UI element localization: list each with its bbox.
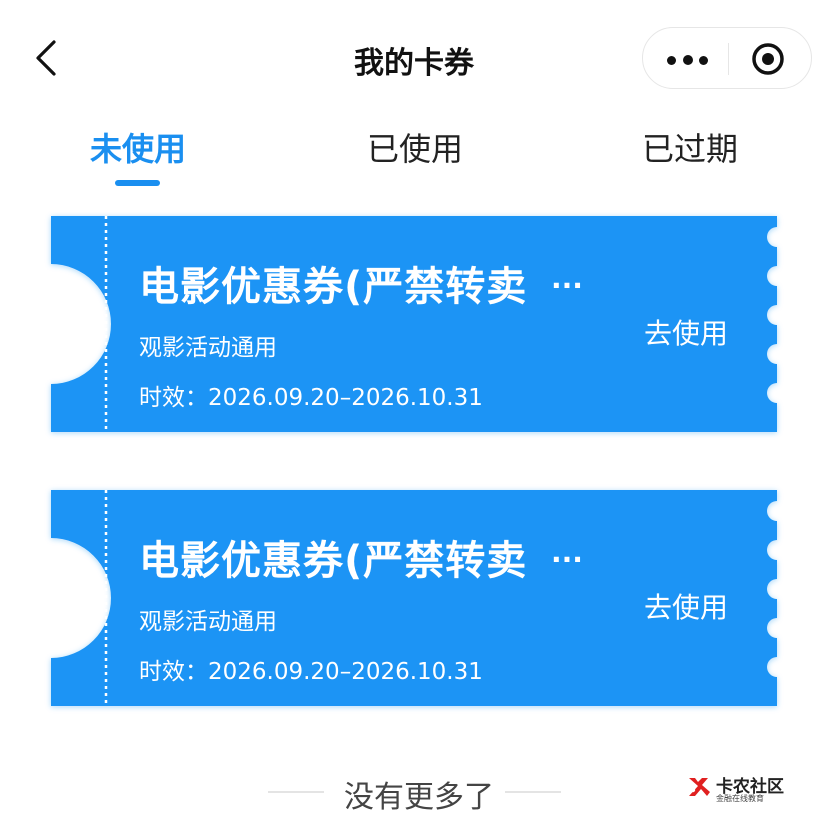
validity-range: 2026.09.20–2026.10.31 <box>208 385 483 411</box>
kanong-logo-icon <box>689 778 710 796</box>
coupon-validity: 时效：2026.09.20–2026.10.31 <box>139 378 483 412</box>
target-icon[interactable] <box>750 41 786 77</box>
nav-bar: 我的卡券 <box>0 0 828 110</box>
more-dots-icon[interactable] <box>665 44 711 74</box>
tab-unused[interactable]: 未使用 <box>90 124 186 170</box>
coupon-title-ellipsis: ... <box>551 536 583 569</box>
use-coupon-button[interactable]: 去使用 <box>644 586 728 626</box>
coupon-title: 电影优惠券(严禁转卖 <box>139 264 528 310</box>
mini-program-capsule <box>642 27 812 89</box>
tab-used[interactable]: 已使用 <box>367 124 463 170</box>
coupon-card[interactable]: 电影优惠券(严禁转卖 ... 观影活动通用 时效：2026.09.20–2026… <box>51 216 777 432</box>
coupon-title-ellipsis: ... <box>551 262 583 295</box>
coupon-subtitle: 观影活动通用 <box>139 335 277 361</box>
validity-label: 时效： <box>139 659 208 685</box>
coupon-title: 电影优惠券(严禁转卖 <box>139 538 528 584</box>
coupon-subtitle: 观影活动通用 <box>139 609 277 635</box>
watermark-tagline: 金融在线教育 <box>716 794 764 803</box>
no-more-text: 没有更多了 <box>344 780 494 815</box>
validity-range: 2026.09.20–2026.10.31 <box>208 659 483 685</box>
coupon-card[interactable]: 电影优惠券(严禁转卖 ... 观影活动通用 时效：2026.09.20–2026… <box>51 490 777 706</box>
use-coupon-button[interactable]: 去使用 <box>644 312 728 352</box>
coupon-validity: 时效：2026.09.20–2026.10.31 <box>139 652 483 686</box>
capsule-divider <box>728 43 729 75</box>
tab-expired[interactable]: 已过期 <box>642 124 738 170</box>
validity-label: 时效： <box>139 385 208 411</box>
footer-divider-right <box>505 791 561 793</box>
tab-bar: 未使用 已使用 已过期 <box>0 110 828 190</box>
active-tab-indicator <box>115 180 160 186</box>
footer-divider-left <box>268 791 324 793</box>
watermark-logo: 卡农社区 金融在线教育 <box>686 772 796 808</box>
